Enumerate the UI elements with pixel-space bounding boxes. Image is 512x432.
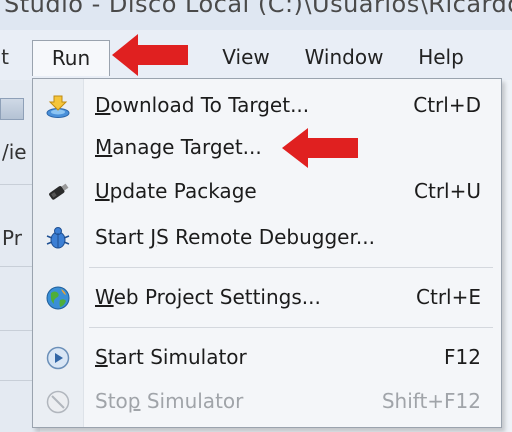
menu-item-update-package[interactable]: Update Package Ctrl+U <box>33 169 501 213</box>
menu-item-label: Stop Simulator <box>95 389 244 413</box>
menu-help[interactable]: Help <box>410 40 472 74</box>
menu-item-label: Start Simulator <box>95 345 247 369</box>
menu-separator <box>89 267 493 268</box>
menu-run[interactable]: Run <box>32 40 110 76</box>
download-target-icon <box>46 95 70 118</box>
panel-label[interactable]: Pr <box>2 226 22 250</box>
menu-item-start-simulator[interactable]: Start Simulator F12 <box>33 335 501 379</box>
shortcut-label: Ctrl+D <box>413 93 481 117</box>
shortcut-label: Shift+F12 <box>381 389 481 413</box>
screen: Studio - Disco Local (C:)\Usuarios\Ricar… <box>0 0 512 432</box>
red-arrow-pointing-run <box>112 34 188 76</box>
stop-icon <box>46 390 70 414</box>
usb-drive-icon <box>49 183 69 200</box>
menu-item-manage-target[interactable]: Manage Target... <box>33 125 501 169</box>
panel-tab-label[interactable]: /ie <box>2 140 27 164</box>
menu-item-label: Manage Target... <box>95 135 262 159</box>
window-title: Studio - Disco Local (C:)\Usuarios\Ricar… <box>4 0 512 18</box>
play-icon <box>46 346 70 370</box>
red-arrow-pointing-manage-target <box>282 128 358 168</box>
title-bar: Studio - Disco Local (C:)\Usuarios\Ricar… <box>0 0 512 30</box>
menu-item-label: Download To Target... <box>95 93 310 117</box>
menu-item-label: Web Project Settings... <box>95 285 321 309</box>
shortcut-label: Ctrl+E <box>416 285 481 309</box>
run-dropdown-menu: Download To Target... Ctrl+D Manage Targ… <box>32 78 502 428</box>
shortcut-label: F12 <box>444 345 481 369</box>
menu-item-web-project-settings[interactable]: Web Project Settings... Ctrl+E <box>33 275 501 319</box>
shortcut-label: Ctrl+U <box>414 179 481 203</box>
menu-item-stop-simulator: Stop Simulator Shift+F12 <box>33 379 501 423</box>
menu-window[interactable]: Window <box>294 40 394 74</box>
bug-icon <box>46 227 70 249</box>
globe-icon <box>46 286 70 310</box>
menu-item-label: Start JS Remote Debugger... <box>95 225 375 249</box>
menu-item-start-js-remote-debugger[interactable]: Start JS Remote Debugger... <box>33 215 501 259</box>
menu-item-download-to-target[interactable]: Download To Target... Ctrl+D <box>33 83 501 127</box>
menu-view[interactable]: View <box>216 40 276 74</box>
menu-separator <box>89 327 493 328</box>
menu-item-label: Update Package <box>95 179 257 203</box>
menu-partial-item[interactable]: t <box>0 40 16 74</box>
menu-bar: t Run View Window Help <box>0 30 512 80</box>
toolbar-button[interactable] <box>0 98 24 120</box>
